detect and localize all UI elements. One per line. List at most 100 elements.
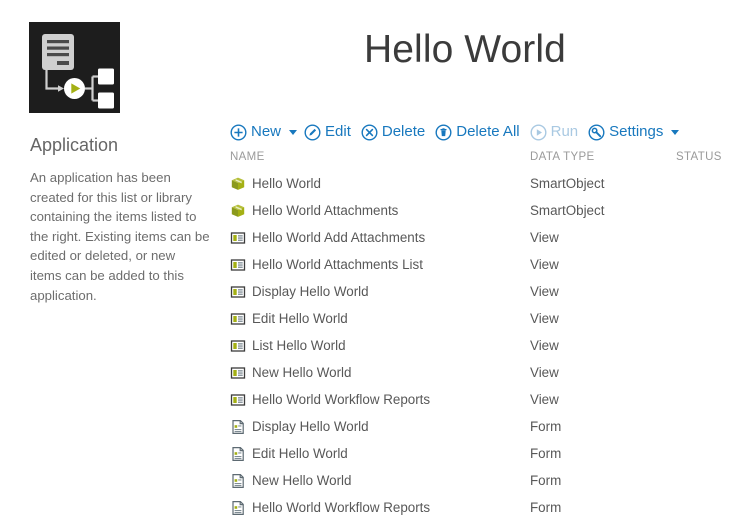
table-row[interactable]: Hello World Attachments SmartObject [225,197,731,224]
row-name-cell: Edit Hello World [230,305,348,332]
row-name-label: Hello World [252,175,321,191]
row-name-cell: Hello World Add Attachments [230,224,425,251]
row-name-label: New Hello World [252,364,352,380]
application-page: Application An application has been crea… [0,0,731,515]
row-name-label: Display Hello World [252,418,369,434]
column-header-name: NAME [230,151,265,163]
column-header-status: STATUS [676,151,722,163]
row-data-type: SmartObject [530,203,605,218]
row-name-cell: Edit Hello World [230,440,348,467]
row-name-cell: Hello World Attachments [230,197,398,224]
new-dropdown-caret[interactable] [285,120,301,144]
row-data-type: Form [530,500,562,515]
row-name-label: Edit Hello World [252,445,348,461]
row-name-label: Display Hello World [252,283,369,299]
table-row[interactable]: List Hello World View [225,332,731,359]
table-row[interactable]: New Hello World Form [225,467,731,494]
column-header-data-type: DATA TYPE [530,151,595,163]
row-data-type: View [530,284,559,299]
wrench-circle-icon [588,123,605,141]
row-data-type: Form [530,419,562,434]
row-data-type: View [530,230,559,245]
sidebar-heading: Application [30,135,119,155]
table-row[interactable]: Edit Hello World View [225,305,731,332]
table-row[interactable]: Hello World Workflow Reports View [225,386,731,413]
application-workflow-icon [29,22,120,113]
command-toolbar: New Edit Delete Delete All Run Settings [230,120,686,144]
row-data-type: View [530,392,559,407]
table-row[interactable]: Hello World Attachments List View [225,251,731,278]
chevron-down-icon [289,129,298,135]
chevron-down-icon [671,129,680,135]
artifact-list: Hello World SmartObject Hello World Attach… [225,170,731,521]
toolbar-gap [521,132,530,133]
settings-dropdown-caret[interactable] [667,120,683,144]
smartobject-icon [230,203,246,219]
row-name-label: Edit Hello World [252,310,348,326]
row-name-label: Hello World Add Attachments [252,229,426,245]
row-name-label: Hello World Attachments List [252,256,423,272]
delete-button-label: Delete [381,123,426,140]
table-row[interactable]: Hello World SmartObject [225,170,731,197]
trash-circle-icon [435,123,452,141]
application-icon [29,22,120,113]
table-row[interactable]: New Hello World View [225,359,731,386]
plus-circle-icon [230,123,247,141]
row-data-type: View [530,338,559,353]
form-icon [230,446,246,462]
toolbar-gap [579,132,588,133]
row-data-type: Form [530,473,562,488]
row-data-type: View [530,257,559,272]
table-row[interactable]: Display Hello World Form [225,413,731,440]
row-name-cell: Display Hello World [230,413,369,440]
main-content-pane: Hello World New Edit Delete Delete All R… [225,0,731,515]
delete-button[interactable]: Delete [361,120,426,144]
view-icon [230,311,246,327]
row-data-type: SmartObject [530,176,605,191]
delete-all-button-label: Delete All [456,123,520,140]
settings-button[interactable]: Settings [588,120,664,144]
table-row[interactable]: Display Hello World View [225,278,731,305]
row-name-cell: Hello World Workflow Reports [230,494,430,521]
row-name-label: Hello World Workflow Reports [252,499,431,515]
pencil-circle-icon [304,123,321,141]
table-row[interactable]: Hello World Add Attachments View [225,224,731,251]
view-icon [230,230,246,246]
row-name-cell: Display Hello World [230,278,369,305]
row-name-cell: Hello World [230,170,321,197]
row-name-cell: New Hello World [230,467,351,494]
table-row[interactable]: Hello World Workflow Reports Form [225,494,731,521]
row-name-cell: Hello World Workflow Reports [230,386,430,413]
row-name-cell: List Hello World [230,332,346,359]
toolbar-gap [352,132,361,133]
view-icon [230,365,246,381]
row-name-label: List Hello World [252,337,346,353]
run-button-label: Run [550,123,579,140]
row-data-type: Form [530,446,562,461]
table-row[interactable]: Edit Hello World Form [225,440,731,467]
row-name-cell: New Hello World [230,359,351,386]
new-button-label: New [251,123,282,140]
edit-button[interactable]: Edit [304,120,352,144]
toolbar-gap [426,132,435,133]
smartobject-icon [230,176,246,192]
page-title: Hello World [364,28,566,71]
edit-button-label: Edit [325,123,351,140]
settings-button-label: Settings [609,123,664,140]
play-circle-icon [530,123,547,141]
view-icon [230,392,246,408]
form-icon [230,500,246,516]
view-icon [230,257,246,273]
new-button[interactable]: New [230,120,282,144]
row-data-type: View [530,311,559,326]
sidebar-description: An application has been created for this… [30,170,210,303]
row-name-cell: Hello World Attachments List [230,251,423,278]
delete-all-button[interactable]: Delete All [435,120,520,144]
row-name-label: Hello World Workflow Reports [252,391,431,407]
x-circle-icon [361,123,378,141]
view-icon [230,284,246,300]
row-name-label: New Hello World [252,472,352,488]
view-icon [230,338,246,354]
left-info-pane: Application An application has been crea… [0,0,225,515]
run-button[interactable]: Run [530,120,580,144]
